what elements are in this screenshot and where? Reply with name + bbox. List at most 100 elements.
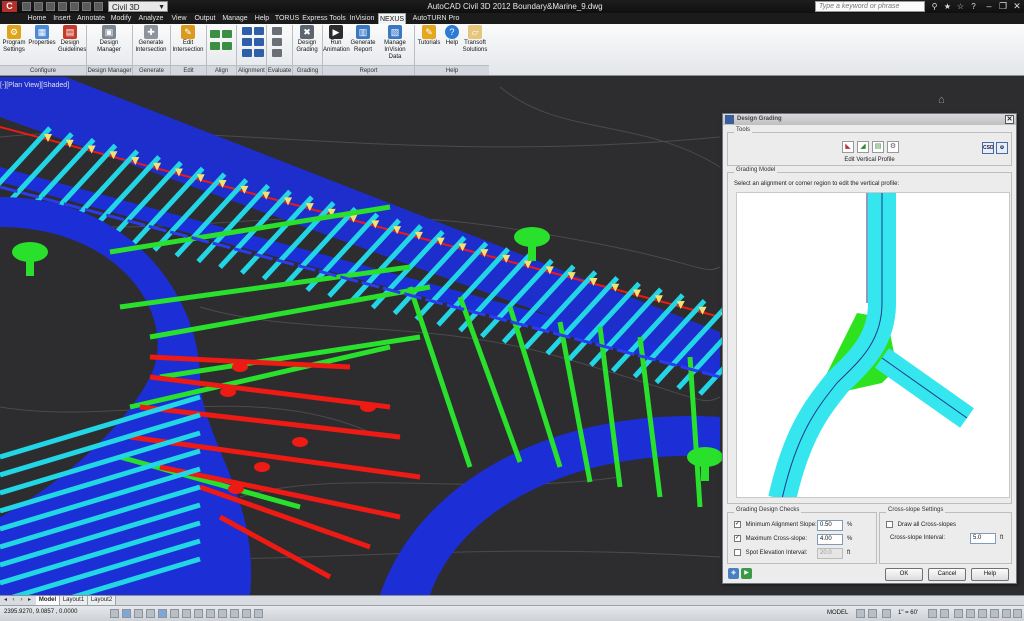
- dialog-close-icon[interactable]: ✕: [1005, 115, 1014, 124]
- viewport-label[interactable]: [-][Plan View][Shaded]: [0, 82, 69, 89]
- binoculars-icon[interactable]: ⚲: [929, 1, 940, 12]
- status-bar-menu-icon[interactable]: [1002, 609, 1011, 618]
- ok-button[interactable]: OK: [885, 568, 923, 581]
- cursor-coordinates[interactable]: 2395.9270, 9.0857 , 0.0000: [4, 609, 77, 615]
- plot-icon[interactable]: [70, 2, 79, 11]
- isolate-objects-icon[interactable]: [990, 609, 999, 618]
- profile-tool-3-icon[interactable]: ▤: [872, 141, 884, 153]
- open-file-icon[interactable]: [34, 2, 43, 11]
- lock-icon[interactable]: [966, 609, 975, 618]
- tab-help[interactable]: Help: [252, 13, 272, 24]
- cross-slope-interval-input[interactable]: 5.0: [970, 533, 996, 544]
- edit-intersection-button[interactable]: ✎ Edit Intersection: [172, 25, 204, 54]
- object-snap-icon[interactable]: [170, 609, 179, 618]
- quick-view-layouts-icon[interactable]: [856, 609, 865, 618]
- minimize-button[interactable]: –: [982, 1, 996, 12]
- layout-tab-layout1[interactable]: Layout1: [60, 596, 88, 605]
- tab-annotate[interactable]: Annotate: [76, 13, 106, 24]
- tab-torus[interactable]: TORUS: [274, 13, 300, 24]
- program-settings-button[interactable]: ⚙ Program Settings: [2, 25, 26, 54]
- next-layout-icon[interactable]: ›: [18, 597, 25, 604]
- tab-express-tools[interactable]: Express Tools: [302, 13, 346, 24]
- dialog-title-bar[interactable]: Design Grading ✕: [723, 114, 1016, 125]
- generate-report-button[interactable]: ▥ Generate Report: [350, 25, 376, 54]
- save-icon[interactable]: [46, 2, 55, 11]
- layout-tab-model[interactable]: Model: [36, 596, 60, 605]
- profile-tool-1-icon[interactable]: ◣: [842, 141, 854, 153]
- help-icon[interactable]: ?: [968, 1, 979, 12]
- tab-output[interactable]: Output: [192, 13, 218, 24]
- align-top-icon[interactable]: [222, 42, 232, 50]
- csd-icon[interactable]: CSD: [982, 142, 994, 154]
- tab-manage[interactable]: Manage: [220, 13, 250, 24]
- snap-mode-icon[interactable]: [122, 609, 131, 618]
- min-alignment-slope-checkbox[interactable]: ✓: [734, 521, 741, 528]
- csd-settings-icon[interactable]: ⚙: [996, 142, 1008, 154]
- search-input[interactable]: Type a keyword or phrase: [815, 1, 925, 12]
- tab-nexus[interactable]: NEXUS: [378, 13, 406, 24]
- evaluate-check-icon[interactable]: [272, 49, 282, 57]
- tab-analyze[interactable]: Analyze: [136, 13, 166, 24]
- grading-model-diagram[interactable]: [737, 193, 1010, 498]
- quick-view-drawings-icon[interactable]: [868, 609, 877, 618]
- annotation-scale[interactable]: 1" = 60': [898, 610, 918, 616]
- annotation-scale-icon[interactable]: [882, 609, 891, 618]
- evaluate-arrow-icon[interactable]: [272, 27, 282, 35]
- tutorials-button[interactable]: ✎ Tutorials: [416, 25, 442, 47]
- model-space-toggle[interactable]: MODEL: [827, 610, 848, 616]
- evaluate-line-icon[interactable]: [272, 38, 282, 46]
- alignment-join-icon[interactable]: [254, 38, 264, 46]
- help-button[interactable]: ? Help: [442, 25, 462, 47]
- prev-layout-icon[interactable]: ‹: [10, 597, 17, 604]
- design-grading-button[interactable]: ✖ Design Grading: [294, 25, 320, 54]
- cancel-button[interactable]: Cancel: [928, 568, 966, 581]
- max-cross-slope-checkbox[interactable]: ✓: [734, 535, 741, 542]
- grid-display-icon[interactable]: [134, 609, 143, 618]
- design-manager-button[interactable]: ▣ Design Manager: [92, 25, 126, 54]
- alignment-edit-icon[interactable]: [254, 27, 264, 35]
- app-logo-icon[interactable]: C: [2, 1, 17, 12]
- alignment-split-icon[interactable]: [242, 38, 252, 46]
- transparency-icon[interactable]: [242, 609, 251, 618]
- tab-modify[interactable]: Modify: [108, 13, 134, 24]
- grading-model-canvas[interactable]: [736, 192, 1010, 498]
- auto-scale-icon[interactable]: [940, 609, 949, 618]
- design-guidelines-button[interactable]: ▤ Design Guidelines: [58, 25, 86, 54]
- dynamic-input-icon[interactable]: [218, 609, 227, 618]
- last-layout-icon[interactable]: ▸: [26, 597, 33, 604]
- alignment-add-icon[interactable]: [242, 27, 252, 35]
- infer-constraints-icon[interactable]: [110, 609, 119, 618]
- subscription-icon[interactable]: ★: [942, 1, 953, 12]
- workspace-switching-icon[interactable]: [954, 609, 963, 618]
- new-file-icon[interactable]: [22, 2, 31, 11]
- tab-insert[interactable]: Insert: [50, 13, 74, 24]
- close-button[interactable]: ✕: [1010, 1, 1024, 12]
- save-as-icon[interactable]: [58, 2, 67, 11]
- dialog-tool-icon-1[interactable]: ◈: [728, 568, 739, 579]
- max-cross-slope-input[interactable]: 4.00: [817, 534, 843, 545]
- run-animation-button[interactable]: ▶ Run Animation: [323, 25, 350, 54]
- redo-icon[interactable]: [94, 2, 103, 11]
- dialog-tool-icon-2[interactable]: ▶: [741, 568, 752, 579]
- 3d-object-snap-icon[interactable]: [182, 609, 191, 618]
- hardware-acceleration-icon[interactable]: [978, 609, 987, 618]
- alignment-reverse-icon[interactable]: [242, 49, 252, 57]
- ortho-mode-icon[interactable]: [146, 609, 155, 618]
- annotation-visibility-icon[interactable]: [928, 609, 937, 618]
- layout-tab-layout2[interactable]: Layout2: [88, 596, 116, 605]
- transoft-solutions-button[interactable]: ▱ Transoft Solutions: [462, 25, 488, 54]
- tab-home[interactable]: Home: [26, 13, 48, 24]
- profile-tool-4-icon[interactable]: ⚙: [887, 141, 899, 153]
- tab-invision[interactable]: InVision: [348, 13, 376, 24]
- star-icon[interactable]: ☆: [955, 1, 966, 12]
- help-button[interactable]: Help: [971, 568, 1009, 581]
- restore-button[interactable]: ❐: [996, 1, 1010, 12]
- first-layout-icon[interactable]: ◂: [2, 597, 9, 604]
- spot-elevation-checkbox[interactable]: [734, 549, 741, 556]
- profile-tool-2-icon[interactable]: ◢: [857, 141, 869, 153]
- viewcube-home-icon[interactable]: ⌂: [938, 94, 945, 106]
- generate-intersection-button[interactable]: ✚ Generate Intersection: [134, 25, 168, 54]
- manage-invision-data-button[interactable]: ▧ Manage InVision Data: [378, 25, 412, 61]
- align-center-icon[interactable]: [222, 30, 232, 38]
- spot-elevation-input[interactable]: 20.0: [817, 548, 843, 559]
